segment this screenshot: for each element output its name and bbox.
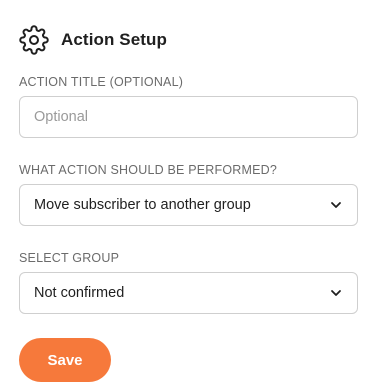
group-selected-value: Not confirmed bbox=[34, 285, 125, 301]
select-group-label: SELECT GROUP bbox=[19, 251, 120, 265]
save-button[interactable]: Save bbox=[19, 338, 111, 382]
action-setup-panel: Action Setup ACTION TITLE (OPTIONAL) WHA… bbox=[0, 0, 377, 390]
action-title-label: ACTION TITLE (OPTIONAL) bbox=[19, 75, 184, 89]
chevron-down-icon bbox=[329, 286, 343, 300]
panel-header: Action Setup bbox=[19, 24, 167, 56]
chevron-down-icon bbox=[329, 198, 343, 212]
action-type-select[interactable]: Move subscriber to another group bbox=[19, 184, 358, 226]
action-title-input[interactable] bbox=[34, 109, 343, 125]
action-type-selected-value: Move subscriber to another group bbox=[34, 197, 251, 213]
gear-icon bbox=[19, 25, 49, 55]
action-title-field[interactable] bbox=[19, 96, 358, 138]
group-select[interactable]: Not confirmed bbox=[19, 272, 358, 314]
panel-title: Action Setup bbox=[61, 30, 168, 49]
action-type-label: WHAT ACTION SHOULD BE PERFORMED? bbox=[19, 163, 278, 177]
